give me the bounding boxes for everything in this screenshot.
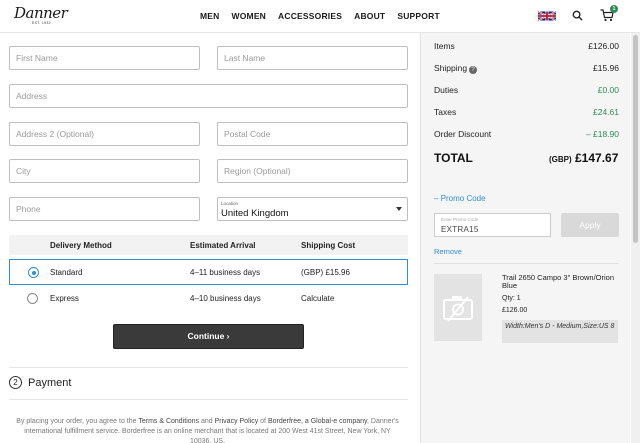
address-input[interactable] bbox=[10, 85, 407, 107]
section-divider bbox=[9, 399, 408, 400]
delivery-option-standard[interactable]: Standard 4–11 business days (GBP) £15.96 bbox=[9, 259, 408, 285]
last-name-field[interactable] bbox=[217, 46, 408, 70]
order-summary: Items £126.00 Shipping? £15.96 Duties £0… bbox=[420, 33, 630, 443]
summary-divider bbox=[434, 263, 619, 264]
help-icon[interactable]: ? bbox=[469, 66, 478, 74]
address2-field[interactable] bbox=[9, 122, 200, 146]
remove-link[interactable]: Remove bbox=[434, 247, 462, 256]
delivery-option-express[interactable]: Express 4–10 business days Calculate bbox=[9, 286, 408, 312]
main-nav: MEN WOMEN ACCESSORIES ABOUT SUPPORT bbox=[200, 11, 440, 21]
delivery-arrival: 4–11 business days bbox=[190, 268, 261, 277]
express-radio[interactable] bbox=[27, 293, 38, 304]
address2-input[interactable] bbox=[10, 123, 199, 145]
first-name-input[interactable] bbox=[10, 47, 199, 69]
delivery-arrival: 4–10 business days bbox=[190, 294, 261, 303]
phone-input[interactable] bbox=[10, 198, 199, 220]
promo-code-field[interactable]: Enter Promo Code EXTRA15 bbox=[434, 213, 551, 237]
uk-flag-icon[interactable] bbox=[538, 10, 556, 22]
product-image-placeholder bbox=[434, 274, 482, 341]
delivery-table-header: Delivery Method Estimated Arrival Shippi… bbox=[9, 235, 408, 255]
delivery-cost: (GBP) £15.96 bbox=[301, 268, 350, 277]
product-name: Trail 2650 Campo 3" Brown/Orion Blue bbox=[502, 273, 615, 290]
continue-button[interactable]: Continue › bbox=[113, 324, 304, 349]
delivery-method: Express bbox=[50, 294, 79, 303]
total-label: TOTAL bbox=[434, 151, 473, 165]
estimated-arrival-header: Estimated Arrival bbox=[190, 241, 256, 250]
delivery-method: Standard bbox=[50, 268, 83, 277]
privacy-link[interactable]: Privacy Policy bbox=[215, 418, 259, 425]
region-field[interactable] bbox=[217, 159, 408, 183]
postal-code-field[interactable] bbox=[217, 122, 408, 146]
total-value: £147.67 bbox=[575, 151, 619, 165]
first-name-field[interactable] bbox=[9, 46, 200, 70]
standard-radio[interactable] bbox=[28, 267, 39, 278]
cart-count-badge: 1 bbox=[610, 5, 618, 13]
apply-button[interactable]: Apply bbox=[561, 213, 619, 237]
promo-placeholder: Enter Promo Code bbox=[441, 217, 479, 222]
terms-link[interactable]: Terms & Conditions bbox=[138, 418, 199, 425]
product-price: £126.00 bbox=[502, 307, 528, 314]
scrollbar-thumb[interactable] bbox=[633, 35, 638, 243]
location-label: Location bbox=[221, 201, 239, 206]
shipping-row: Shipping? £15.96 bbox=[434, 63, 619, 74]
nav-about[interactable]: ABOUT bbox=[354, 11, 385, 21]
promo-value: EXTRA15 bbox=[441, 225, 479, 234]
delivery-method-header: Delivery Method bbox=[50, 241, 112, 250]
phone-field[interactable] bbox=[9, 197, 200, 221]
location-value: United Kingdom bbox=[221, 208, 289, 219]
product-qty: Qty: 1 bbox=[502, 295, 521, 302]
borderfree-link[interactable]: Borderfree, a Global-e company bbox=[268, 418, 367, 425]
address-field[interactable] bbox=[9, 84, 408, 108]
region-input[interactable] bbox=[218, 160, 407, 182]
nav-support[interactable]: SUPPORT bbox=[397, 11, 440, 21]
camera-off-icon bbox=[443, 296, 473, 322]
search-icon[interactable] bbox=[572, 10, 583, 21]
step-number: 2 bbox=[9, 376, 22, 389]
shipping-cost-header: Shipping Cost bbox=[301, 241, 356, 250]
site-header: Danner EST. 1932 MEN WOMEN ACCESSORIES A… bbox=[0, 0, 640, 33]
discount-row: Order Discount – £18.90 bbox=[434, 129, 619, 139]
nav-men[interactable]: MEN bbox=[200, 11, 220, 21]
postal-code-input[interactable] bbox=[218, 123, 407, 145]
items-row: Items £126.00 bbox=[434, 41, 619, 51]
city-field[interactable] bbox=[9, 159, 200, 183]
last-name-input[interactable] bbox=[218, 47, 407, 69]
location-select[interactable]: Location United Kingdom bbox=[217, 197, 408, 221]
scrollbar[interactable] bbox=[631, 33, 640, 443]
legal-notice: By placing your order, you agree to the … bbox=[16, 418, 399, 443]
product-variant: Width:Men's D - Medium,Size:US 8 bbox=[502, 320, 618, 343]
duties-row: Duties £0.00 bbox=[434, 85, 619, 95]
nav-accessories[interactable]: ACCESSORIES bbox=[278, 11, 342, 21]
nav-women[interactable]: WOMEN bbox=[232, 11, 267, 21]
taxes-row: Taxes £24.61 bbox=[434, 107, 619, 117]
chevron-down-icon bbox=[396, 207, 402, 211]
section-divider bbox=[9, 367, 408, 368]
danner-logo[interactable]: Danner EST. 1932 bbox=[14, 4, 68, 28]
payment-heading: Payment bbox=[28, 377, 72, 389]
city-input[interactable] bbox=[10, 160, 199, 182]
total-currency: (GBP) bbox=[549, 155, 572, 164]
promo-code-toggle[interactable]: – Promo Code bbox=[434, 194, 486, 203]
calculate-link[interactable]: Calculate bbox=[301, 294, 334, 303]
